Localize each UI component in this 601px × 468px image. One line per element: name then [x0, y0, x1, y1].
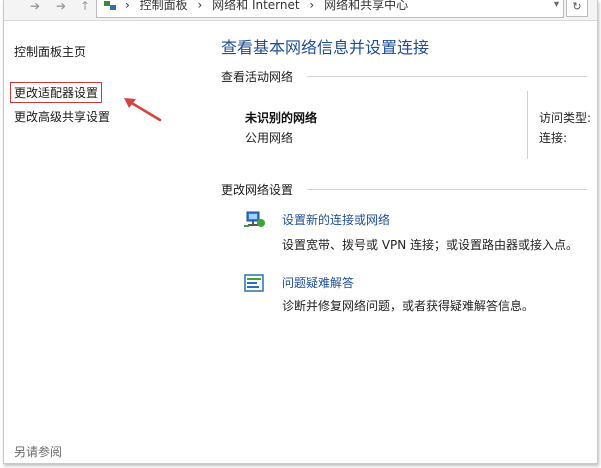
troubleshoot-desc: 诊断并修复网络问题，或者获得疑难解答信息。	[282, 299, 535, 313]
section-divider	[307, 189, 587, 190]
setup-new-connection-desc: 设置宽带、拨号或 VPN 连接；或设置路由器或接入点。	[282, 238, 579, 252]
network-category-link[interactable]: 公用网络	[245, 129, 293, 146]
breadcrumb-item-control-panel[interactable]: 控制面板	[140, 0, 188, 12]
see-also-header: 另请参阅	[14, 445, 63, 459]
troubleshoot-icon	[244, 274, 264, 292]
back-arrow-icon[interactable]: ➔	[30, 0, 40, 14]
left-nav-pane: 控制面板主页 更改适配器设置 更改高级共享设置 另请参阅	[4, 21, 204, 461]
connections-label: 连接:	[539, 131, 568, 145]
network-name: 未识别的网络	[245, 111, 318, 125]
breadcrumb-item-network-internet[interactable]: 网络和 Internet	[212, 0, 299, 12]
address-field[interactable]: › 控制面板 › 网络和 Internet › 网络和共享中心 ▾	[96, 0, 564, 18]
refresh-icon[interactable]: ↻	[566, 0, 588, 17]
network-sharing-center-window: ➔ ➔ ↑ › 控制面板 › 网络和 Internet › 网络和共享中心 ▾ …	[3, 0, 598, 464]
chevron-down-icon[interactable]: ▾	[554, 0, 559, 10]
page-title: 查看基本网络信息并设置连接	[221, 38, 430, 57]
breadcrumb-item-sharing-center[interactable]: 网络和共享中心	[324, 0, 408, 12]
access-type-label: 访问类型:	[539, 111, 592, 125]
change-advanced-sharing-link[interactable]: 更改高级共享设置	[14, 108, 110, 125]
setup-new-connection-link[interactable]: 设置新的连接或网络	[282, 211, 390, 228]
network-setup-icon	[244, 211, 265, 227]
section-divider	[307, 76, 587, 77]
main-pane: 查看基本网络信息并设置连接 查看活动网络 未识别的网络 公用网络 访问类型: 连…	[209, 21, 597, 461]
up-arrow-icon[interactable]: ↑	[80, 0, 90, 14]
change-network-settings-header: 更改网络设置	[221, 183, 294, 197]
active-networks-header: 查看活动网络	[221, 70, 294, 84]
annotation-arrow-icon	[124, 98, 162, 122]
troubleshoot-link[interactable]: 问题疑难解答	[282, 274, 354, 291]
vertical-divider	[527, 91, 528, 159]
change-adapter-settings-link[interactable]: 更改适配器设置	[10, 82, 103, 103]
address-bar: ➔ ➔ ↑ › 控制面板 › 网络和 Internet › 网络和共享中心 ▾ …	[4, 0, 597, 21]
network-location-icon	[104, 1, 116, 10]
breadcrumb: › 控制面板 › 网络和 Internet › 网络和共享中心	[125, 0, 409, 12]
control-panel-home-link[interactable]: 控制面板主页	[14, 43, 86, 60]
forward-arrow-icon[interactable]: ➔	[56, 0, 66, 14]
